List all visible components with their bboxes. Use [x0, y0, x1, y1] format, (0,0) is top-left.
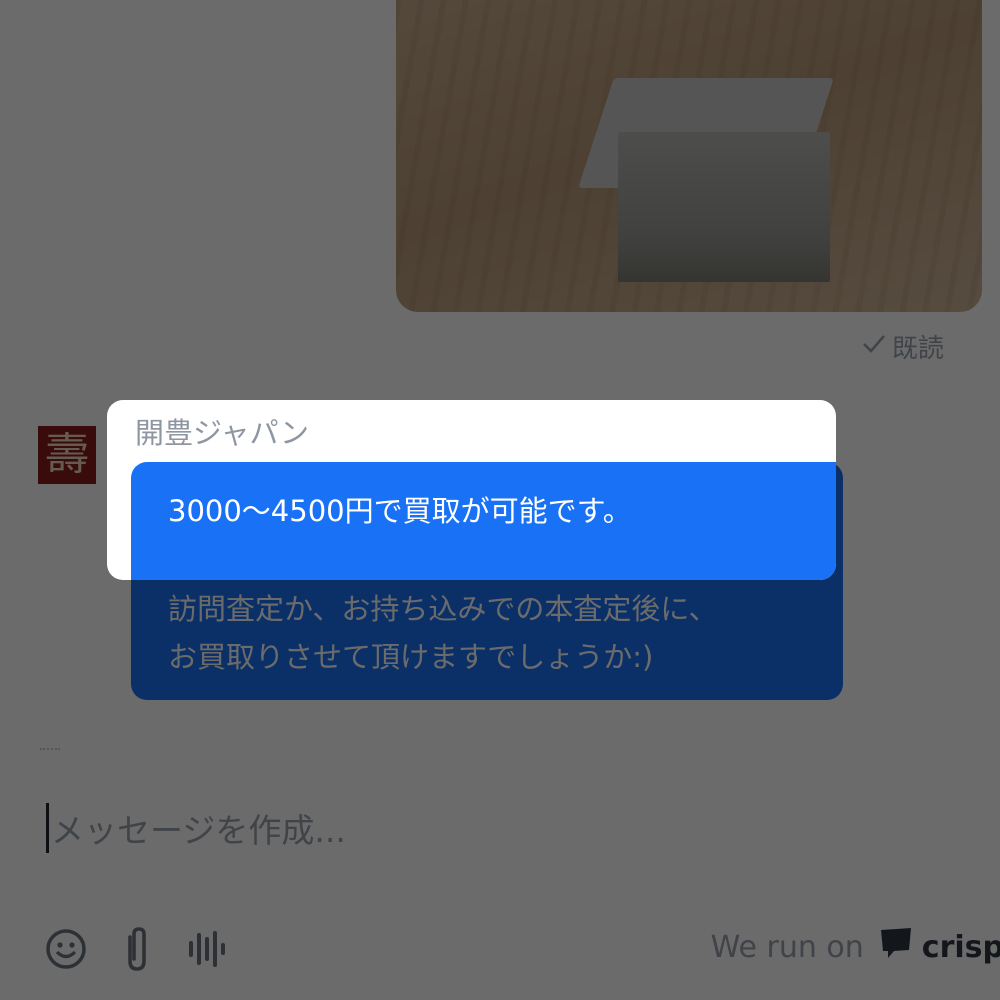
text-caret — [46, 803, 49, 853]
crisp-wordmark: crisp — [921, 929, 1000, 965]
read-receipt-label: 既読 — [891, 334, 944, 364]
avatar: 壽 — [38, 426, 96, 484]
message-input[interactable]: メッセージを作成... — [46, 800, 926, 856]
crisp-logo: crisp — [878, 926, 1000, 968]
avatar-glyph: 壽 — [45, 429, 89, 480]
shared-photo[interactable] — [396, 0, 982, 312]
powered-by-prefix: We run on — [710, 929, 864, 965]
check-icon — [862, 332, 886, 362]
highlighted-message-text: 3000〜4500円で買取が可能です。 — [168, 494, 632, 528]
emoji-icon[interactable] — [44, 927, 88, 971]
divider — [40, 748, 60, 753]
read-receipt: 既読 — [862, 328, 944, 365]
message-line: 訪問査定か、お持ち込みでの本査定後に、 — [168, 592, 718, 626]
sender-name: 開豊ジャパン — [135, 416, 310, 450]
highlight-callout: 開豊ジャパン 3000〜4500円で買取が可能です。 — [107, 400, 836, 580]
audio-wave-icon[interactable] — [186, 927, 226, 971]
powered-by[interactable]: We run on crisp — [711, 926, 1000, 968]
photo-object-front — [618, 132, 830, 282]
message-line: お買取りさせて頂けますでしょうか:) — [168, 640, 654, 674]
message-input-placeholder: メッセージを作成... — [51, 811, 346, 850]
attachment-icon[interactable] — [122, 925, 152, 973]
chat-bubble-icon — [878, 926, 914, 968]
composer-toolbar — [44, 925, 226, 973]
